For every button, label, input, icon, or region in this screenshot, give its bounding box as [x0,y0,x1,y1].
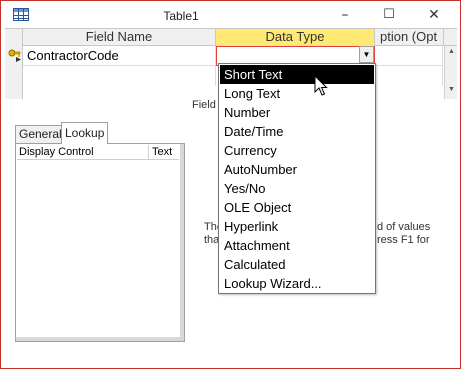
help-text-line2-start: tha [204,234,220,246]
description-header[interactable]: ption (Opt [375,29,444,46]
option-autonumber[interactable]: AutoNumber [220,160,374,179]
minimize-button[interactable]: – [322,1,368,29]
option-attachment[interactable]: Attachment [220,236,374,255]
description-cell[interactable] [375,66,443,86]
row-selector-column[interactable] [5,29,23,99]
field-name-cell[interactable] [23,66,216,86]
tab-lookup[interactable]: Lookup [61,122,109,144]
field-properties-label: Field [192,99,216,111]
option-short-text[interactable]: Short Text [220,65,374,84]
title-bar: Table1 – ☐ ✕ [1,1,460,29]
option-lookup-wizard[interactable]: Lookup Wizard... [220,274,374,293]
option-number[interactable]: Number [220,103,374,122]
table-design-window: Table1 – ☐ ✕ Field Name Data Type ption … [0,0,461,369]
option-date-time[interactable]: Date/Time [220,122,374,141]
data-type-list: Short Text Long Text Number Date/Time Cu… [218,63,376,294]
scroll-down-icon[interactable]: ▼ [445,86,458,93]
scroll-up-icon[interactable]: ▲ [445,48,458,55]
option-calculated[interactable]: Calculated [220,255,374,274]
property-row[interactable]: Display Control Text [17,145,179,160]
window-title: Table1 [163,9,199,23]
maximize-button[interactable]: ☐ [366,1,412,29]
help-text-line2-end: ress F1 for [377,234,430,246]
field-name-cell[interactable]: ContractorCode [23,46,216,66]
field-name-header[interactable]: Field Name [23,29,216,46]
option-long-text[interactable]: Long Text [220,84,374,103]
option-hyperlink[interactable]: Hyperlink [220,217,374,236]
property-value[interactable]: Text [152,145,172,159]
close-button[interactable]: ✕ [411,1,457,29]
grid-header: Field Name Data Type ption (Opt [5,29,457,46]
option-currency[interactable]: Currency [220,141,374,160]
option-yes-no[interactable]: Yes/No [220,179,374,198]
description-cell[interactable] [375,46,443,66]
option-ole-object[interactable]: OLE Object [220,198,374,217]
mouse-pointer-icon [314,75,328,96]
property-name: Display Control [19,145,149,159]
data-type-header[interactable]: Data Type [216,29,375,46]
field-properties-pane: General Display Control Text Lookup [11,122,185,342]
properties-sheet: Display Control Text [15,143,185,342]
primary-key-icon [8,49,21,62]
vertical-scrollbar[interactable]: ▲ ▼ [444,46,457,99]
tab-general[interactable]: General [15,125,66,144]
data-type-dropdown-button[interactable]: ▼ [359,46,374,63]
help-text-line1-end: d of values [377,221,431,233]
